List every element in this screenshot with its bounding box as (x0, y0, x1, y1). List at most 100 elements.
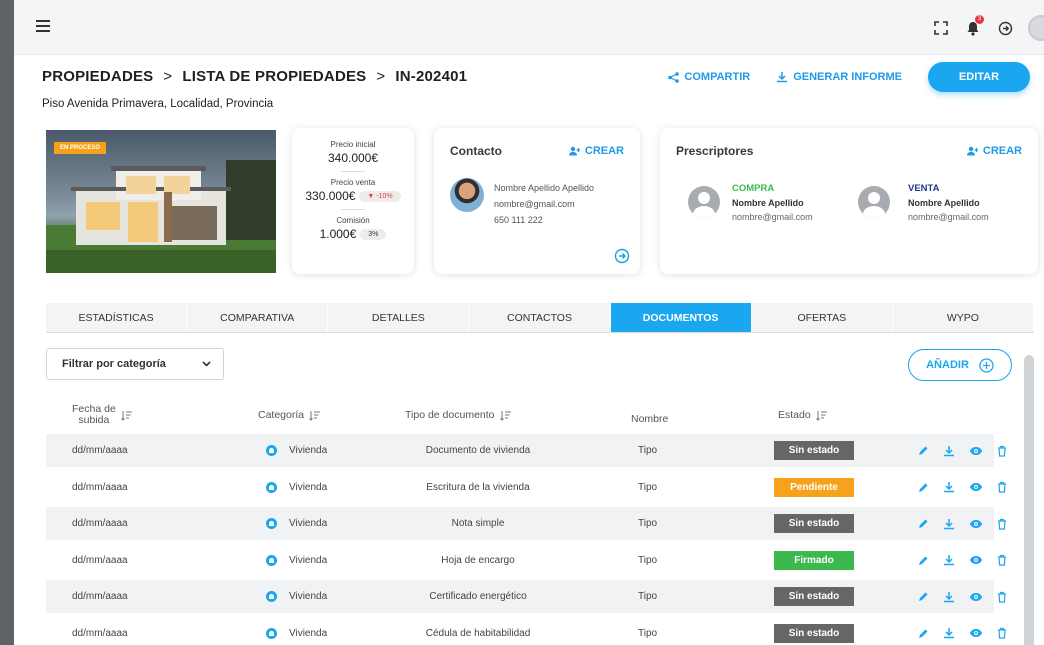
prescriber-buy: COMPRA Nombre Apellido nombre@gmail.com (732, 182, 813, 224)
edit-button[interactable]: EDITAR (928, 62, 1030, 92)
prescriber-role: VENTA (908, 183, 940, 194)
sale-price-label: Precio venta (330, 178, 376, 187)
contact-info: Nombre Apellido Apellido nombre@gmail.co… (494, 180, 594, 228)
edit-icon[interactable] (918, 628, 929, 639)
sort-icon (815, 410, 827, 421)
house-icon (266, 627, 277, 639)
add-document-button[interactable]: AÑADIR (908, 349, 1012, 381)
cell-status: Pendiente (774, 471, 854, 504)
prescriber-email[interactable]: nombre@gmail.com (732, 210, 813, 224)
trash-icon[interactable] (997, 554, 1007, 566)
fullscreen-icon[interactable] (928, 14, 954, 42)
generate-report-button[interactable]: GENERAR INFORME (776, 71, 902, 83)
download-icon[interactable] (943, 627, 955, 639)
category-filter-select[interactable]: Filtrar por categoría (46, 348, 224, 380)
trash-icon[interactable] (997, 445, 1007, 457)
header-category[interactable]: Categoría (258, 398, 321, 432)
download-icon[interactable] (943, 591, 955, 603)
cell-name: Tipo (638, 627, 658, 639)
create-contact-label: CREAR (584, 145, 624, 157)
header-upload-date[interactable]: Fecha de subida (72, 398, 172, 432)
cell-category-label: Vivienda (289, 591, 328, 602)
cell-name: Tipo (638, 591, 658, 602)
trash-icon[interactable] (997, 627, 1007, 639)
house-icon (266, 445, 277, 456)
menu-icon[interactable] (36, 20, 50, 32)
edit-icon[interactable] (918, 482, 929, 493)
filter-label: Filtrar por categoría (62, 358, 166, 370)
edit-icon[interactable] (918, 445, 929, 456)
contact-card: Contacto CREAR Nombre Apellido Apellido … (434, 128, 640, 274)
cell-date: dd/mm/aaaa (72, 481, 128, 493)
share-button[interactable]: COMPARTIR (668, 71, 750, 83)
row-actions (918, 544, 1021, 577)
breadcrumb-properties[interactable]: PROPIEDADES (42, 68, 153, 85)
top-bar: 3 (14, 0, 1044, 55)
trash-icon[interactable] (997, 518, 1007, 530)
download-icon[interactable] (943, 518, 955, 530)
download-icon[interactable] (943, 554, 955, 566)
create-prescriber-button[interactable]: CREAR (966, 145, 1022, 157)
cell-name: Tipo (638, 554, 658, 566)
eye-icon[interactable] (969, 519, 983, 529)
header-status[interactable]: Estado (778, 398, 827, 432)
eye-icon[interactable] (969, 482, 983, 492)
header-doc-type[interactable]: Tipo de documento (405, 398, 511, 432)
tab-wypo[interactable]: WYPO (893, 303, 1034, 332)
breadcrumb-property-list[interactable]: LISTA DE PROPIEDADES (182, 68, 366, 85)
initial-price-label: Precio inicial (330, 140, 376, 149)
edit-icon[interactable] (918, 518, 929, 529)
cell-doc-type: Escritura de la vivienda (426, 481, 530, 493)
tab-details[interactable]: DETALLES (328, 303, 470, 332)
cell-doc-type: Certificado energético (429, 591, 527, 602)
trash-icon[interactable] (997, 591, 1007, 603)
contact-title: Contacto (450, 144, 502, 158)
arrow-right-circle-icon[interactable] (614, 248, 630, 264)
contact-email[interactable]: nombre@gmail.com (494, 196, 594, 212)
tab-offers[interactable]: OFERTAS (752, 303, 893, 332)
share-icon (668, 71, 680, 83)
cell-status: Sin estado (774, 507, 854, 540)
sort-icon (309, 410, 321, 421)
property-photo: EN PROCESO (46, 130, 276, 273)
row-actions (918, 507, 1021, 540)
header-name: Nombre (631, 413, 669, 425)
user-avatar[interactable] (1028, 15, 1044, 41)
prescriber-role: COMPRA (732, 183, 775, 194)
create-contact-button[interactable]: CREAR (568, 145, 624, 157)
bell-icon[interactable]: 3 (960, 14, 986, 42)
scrollbar[interactable] (1024, 355, 1034, 645)
header-date-line2: subida (78, 414, 110, 426)
initial-price-value: 340.000€ (327, 151, 379, 165)
prescriber-email[interactable]: nombre@gmail.com (908, 210, 989, 224)
cell-status: Sin estado (774, 617, 854, 645)
table-header: Fecha de subida Categoría Tipo de docume… (46, 398, 994, 432)
eye-icon[interactable] (969, 555, 983, 565)
status-badge: Pendiente (774, 477, 854, 497)
status-badge: Firmado (774, 550, 854, 570)
tab-statistics[interactable]: ESTADÍSTICAS (46, 303, 188, 332)
sort-icon (120, 410, 132, 421)
house-icon (266, 518, 277, 529)
table-row: dd/mm/aaaa Vivienda Certificado energéti… (46, 580, 1006, 613)
eye-icon[interactable] (969, 446, 983, 456)
tab-documents[interactable]: DOCUMENTOS (610, 303, 752, 332)
logout-icon[interactable] (992, 14, 1018, 42)
download-icon[interactable] (943, 481, 955, 493)
edit-icon[interactable] (918, 591, 929, 602)
top-icons: 3 (904, 14, 1044, 42)
cell-status: Sin estado (774, 434, 854, 467)
sort-icon (499, 410, 511, 421)
eye-icon[interactable] (969, 628, 983, 638)
property-address: Piso Avenida Primavera, Localidad, Provi… (42, 98, 274, 110)
row-actions (918, 434, 1021, 467)
cell-date: dd/mm/aaaa (72, 627, 128, 639)
trash-icon[interactable] (997, 481, 1007, 493)
tab-contacts[interactable]: CONTACTOS (469, 303, 611, 332)
cell-date: dd/mm/aaaa (72, 554, 128, 566)
eye-icon[interactable] (969, 592, 983, 602)
tab-comparison[interactable]: COMPARATIVA (187, 303, 329, 332)
edit-icon[interactable] (918, 555, 929, 566)
commission-label: Comisión (336, 216, 370, 225)
download-icon[interactable] (943, 445, 955, 457)
